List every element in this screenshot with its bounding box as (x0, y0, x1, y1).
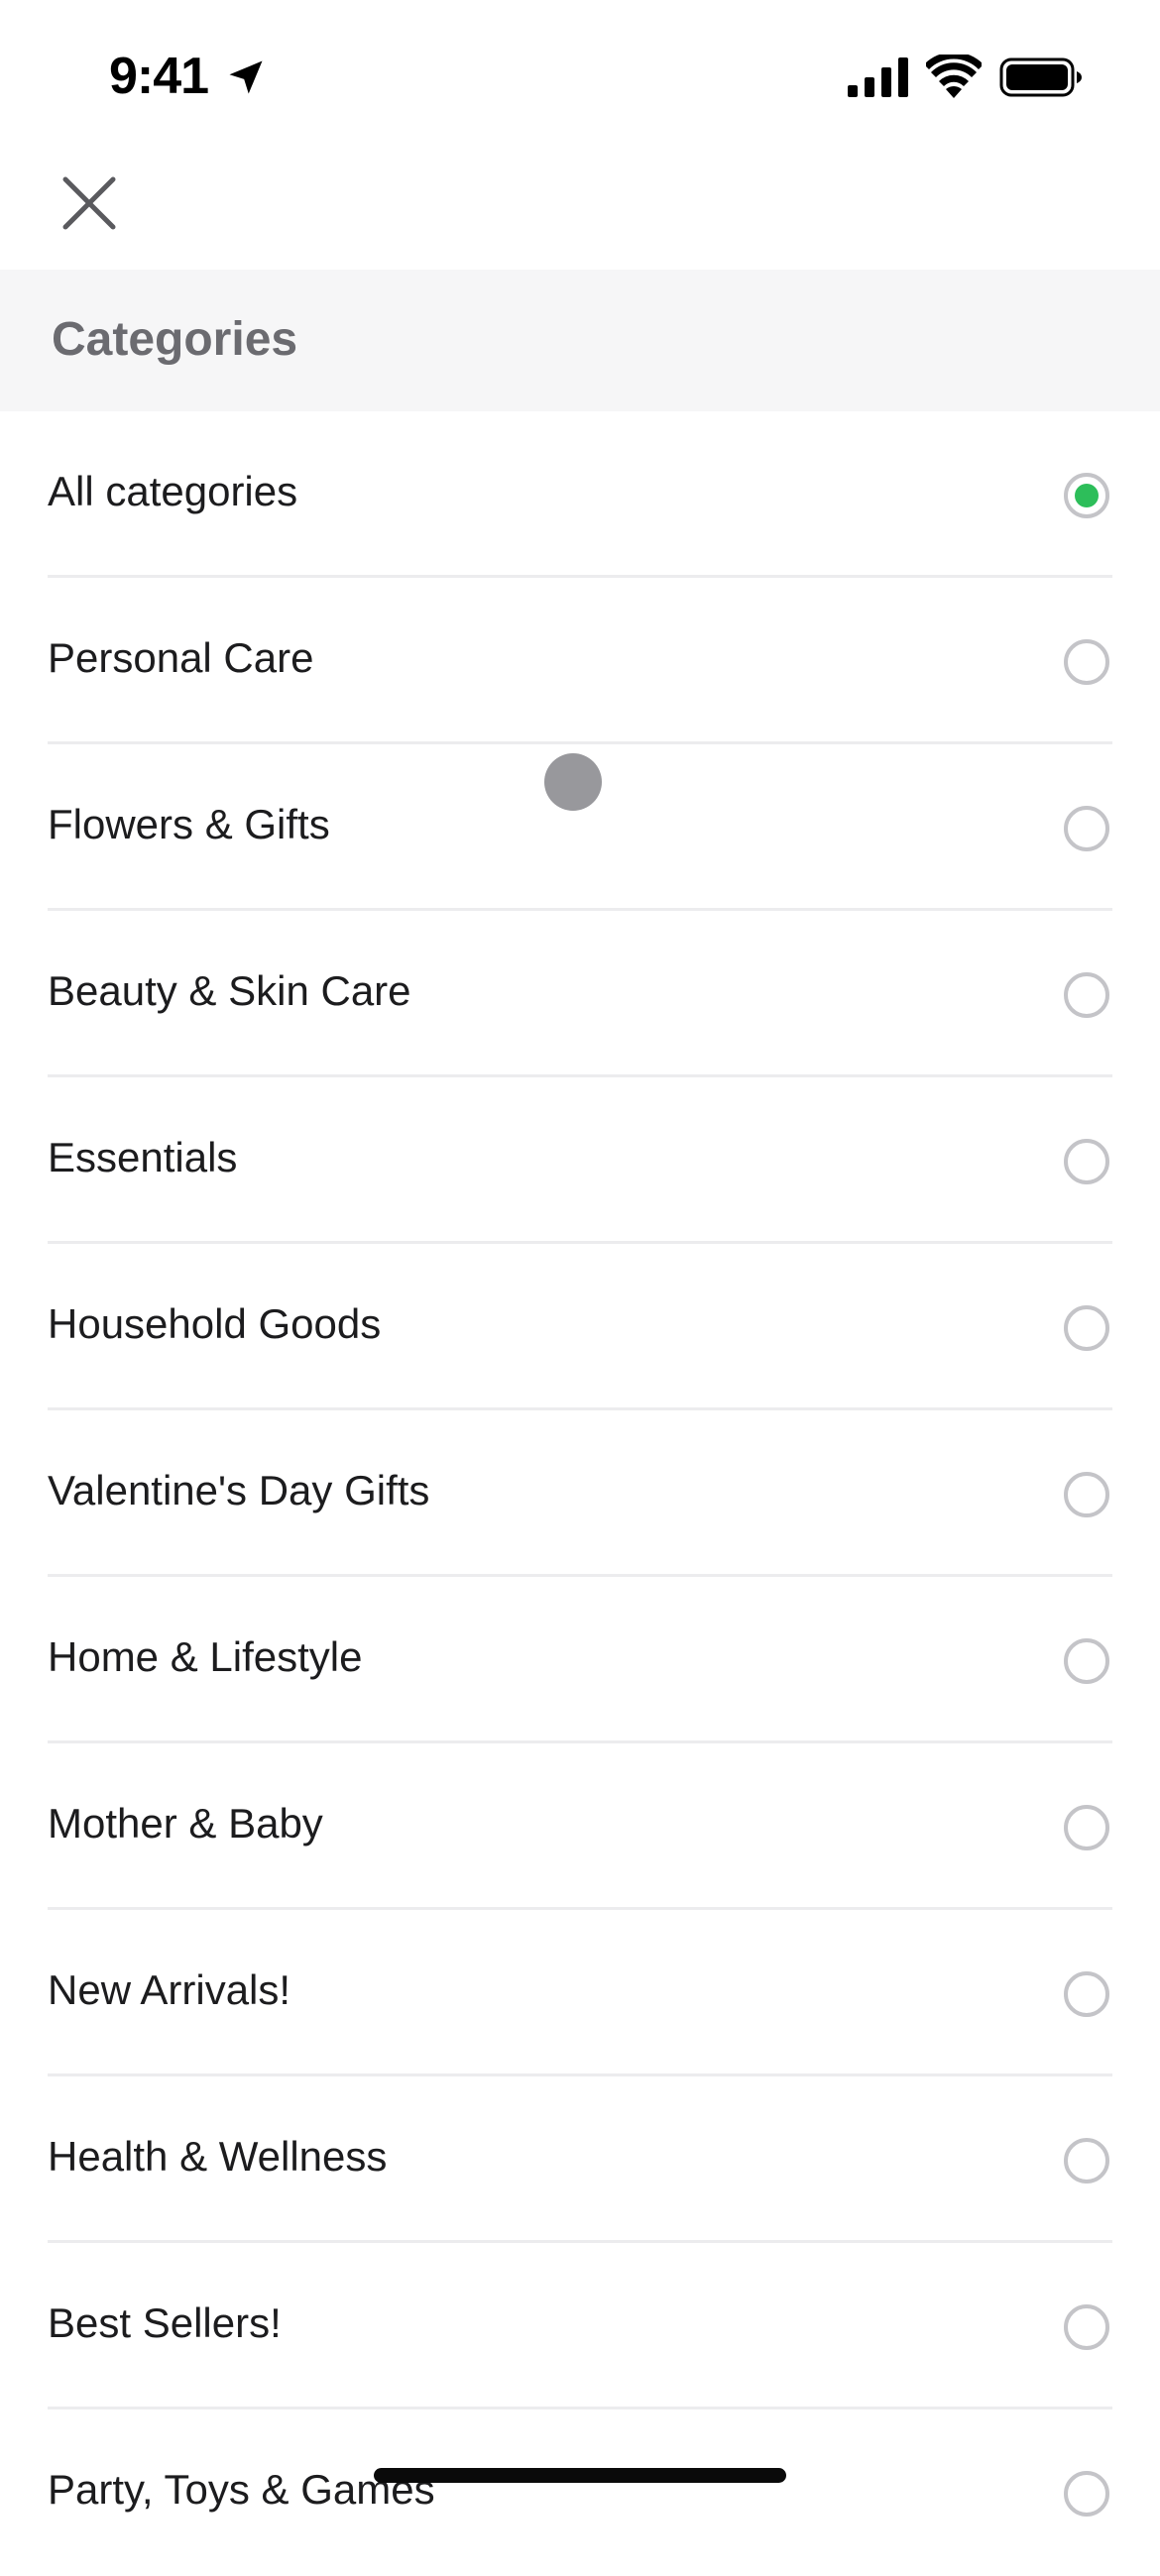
radio-unselected-icon[interactable] (1064, 1805, 1109, 1850)
radio-unselected-icon[interactable] (1064, 2304, 1109, 2350)
category-label: Essentials (48, 1134, 238, 1180)
category-item-valentines-day-gifts[interactable]: Valentine's Day Gifts (0, 1410, 1160, 1577)
category-label: Best Sellers! (48, 2299, 282, 2346)
radio-unselected-icon[interactable] (1064, 1971, 1109, 2017)
close-button[interactable] (50, 164, 129, 243)
location-arrow-icon (229, 60, 263, 94)
category-item-new-arrivals[interactable]: New Arrivals! (0, 1910, 1160, 2076)
category-label: Household Goods (48, 1300, 382, 1347)
category-label: Beauty & Skin Care (48, 967, 411, 1014)
category-label: Valentine's Day Gifts (48, 1467, 430, 1513)
category-item-best-sellers[interactable]: Best Sellers! (0, 2243, 1160, 2409)
radio-unselected-icon[interactable] (1064, 2138, 1109, 2184)
category-label: Personal Care (48, 634, 314, 681)
status-bar: 9:41 (0, 0, 1160, 149)
close-icon (62, 176, 116, 230)
radio-unselected-icon[interactable] (1064, 1472, 1109, 1517)
category-label: All categories (48, 468, 298, 514)
wifi-icon (926, 55, 982, 98)
battery-icon (999, 57, 1082, 97)
category-label: Mother & Baby (48, 1800, 323, 1847)
category-item-essentials[interactable]: Essentials (0, 1077, 1160, 1244)
radio-unselected-icon[interactable] (1064, 1305, 1109, 1351)
category-item-health-wellness[interactable]: Health & Wellness (0, 2076, 1160, 2243)
category-item-mother-baby[interactable]: Mother & Baby (0, 1743, 1160, 1910)
touch-indicator (544, 753, 602, 811)
category-label: Health & Wellness (48, 2133, 388, 2180)
category-item-all[interactable]: All categories (0, 411, 1160, 578)
category-label: Flowers & Gifts (48, 801, 330, 847)
cellular-signal-icon (848, 57, 908, 97)
category-label: New Arrivals! (48, 1966, 291, 2013)
category-item-beauty-skin-care[interactable]: Beauty & Skin Care (0, 911, 1160, 1077)
radio-unselected-icon[interactable] (1064, 806, 1109, 851)
radio-unselected-icon[interactable] (1064, 639, 1109, 685)
category-item-personal-care[interactable]: Personal Care (0, 578, 1160, 744)
category-item-home-lifestyle[interactable]: Home & Lifestyle (0, 1577, 1160, 1743)
category-list: All categories Personal Care Flowers & G… (0, 411, 1160, 2576)
radio-unselected-icon[interactable] (1064, 1139, 1109, 1184)
section-header: Categories (0, 270, 1160, 411)
category-item-party-toys-games[interactable]: Party, Toys & Games (0, 2409, 1160, 2576)
category-item-household-goods[interactable]: Household Goods (0, 1244, 1160, 1410)
radio-unselected-icon[interactable] (1064, 972, 1109, 1018)
home-indicator[interactable] (374, 2468, 786, 2483)
radio-unselected-icon[interactable] (1064, 2471, 1109, 2517)
section-title: Categories (52, 313, 298, 366)
radio-unselected-icon[interactable] (1064, 1638, 1109, 1684)
radio-selected-icon[interactable] (1064, 473, 1109, 518)
status-time: 9:41 (109, 48, 209, 105)
category-label: Home & Lifestyle (48, 1633, 363, 1680)
